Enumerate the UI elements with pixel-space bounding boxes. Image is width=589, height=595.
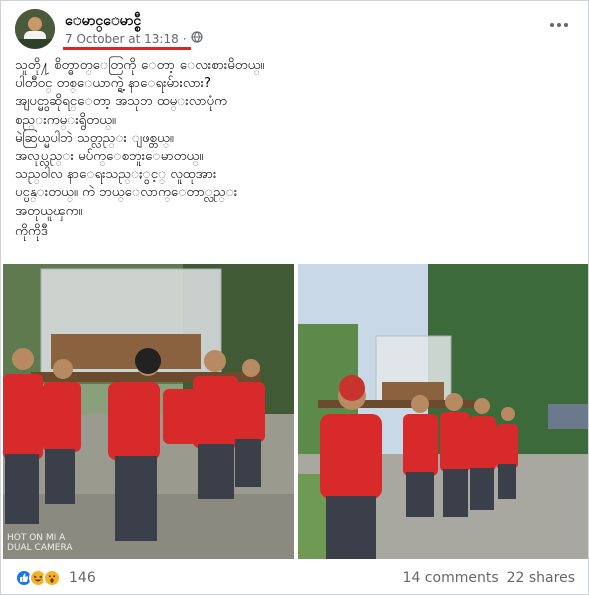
post-line: မဲဆြယ္မပါဘဲ သတ္လည္း ျဖစ္တယ္။ <box>15 130 174 146</box>
more-options-icon[interactable] <box>545 13 573 37</box>
post-header: ေမာင္ေမာင္စီ 7 October at 13:18 · <box>15 9 575 50</box>
facebook-post-card: ေမာင္ေမာင္စီ 7 October at 13:18 · သူတို႔… <box>0 0 589 595</box>
reaction-count[interactable]: 146 <box>69 570 96 586</box>
street-procession-photo <box>298 264 588 559</box>
timestamp-highlight-underline <box>63 47 191 50</box>
comments-count-link[interactable]: 14 comments <box>403 570 499 586</box>
post-line: အတုယူၾက။ <box>15 203 83 219</box>
post-line: ပင္ပန္းတယ္။ ကဲ ဘယ္ေလာက္ေတာ္လည္း <box>15 185 238 201</box>
post-timestamp[interactable]: 7 October at 13:18 <box>65 32 179 46</box>
post-signoff: ကိုကိုဒီ <box>15 223 48 239</box>
post-body-text: သူတို႔ စိတ္ဓာတ္ေတြကို ေတာ့ ေလးစားမိတယ္။ … <box>15 57 575 241</box>
avatar-image <box>15 9 55 49</box>
post-line: သူတို႔ စိတ္ဓာတ္ေတြကို ေတာ့ ေလးစားမိတယ္။ <box>15 58 265 73</box>
post-meta: 7 October at 13:18 · <box>65 31 203 46</box>
watermark-line: HOT ON MI A <box>7 533 66 543</box>
wow-icon <box>43 569 61 587</box>
post-line: အျပင္မွာဆိုရင္ေတာ့ အသုဘ ထမ္းလာပုံက <box>15 94 227 110</box>
post-footer: 146 14 comments 22 shares <box>15 567 575 591</box>
meta-separator: · <box>182 31 187 46</box>
watermark-line: DUAL CAMERA <box>7 543 73 553</box>
reactions-summary[interactable]: 146 <box>15 569 96 587</box>
post-photo-right[interactable] <box>298 264 588 559</box>
post-stats: 14 comments 22 shares <box>403 570 575 586</box>
funeral-procession-photo <box>3 264 294 559</box>
post-photo-left[interactable]: HOT ON MI A DUAL CAMERA <box>3 264 294 559</box>
author-avatar[interactable] <box>15 9 55 49</box>
post-line: သည္ဝါလ နာေရးသည္ႏွင့္ လူထုအား <box>15 167 217 183</box>
post-line: အလုပ္လည္း မပ်က္ေစဘူးေမာတယ္။ <box>15 149 204 165</box>
post-line: စည္းကမ္းရွိတယ္။ <box>15 112 116 128</box>
camera-watermark: HOT ON MI A DUAL CAMERA <box>7 533 73 553</box>
shares-count-link[interactable]: 22 shares <box>507 570 575 586</box>
post-line: ပါတီ၀င္ တစ္ေယာက္ရဲ့ နာေရးမ်ားလား? <box>15 76 211 92</box>
globe-icon[interactable] <box>190 31 203 46</box>
author-name[interactable]: ေမာင္ေမာင္စီ <box>65 11 141 32</box>
